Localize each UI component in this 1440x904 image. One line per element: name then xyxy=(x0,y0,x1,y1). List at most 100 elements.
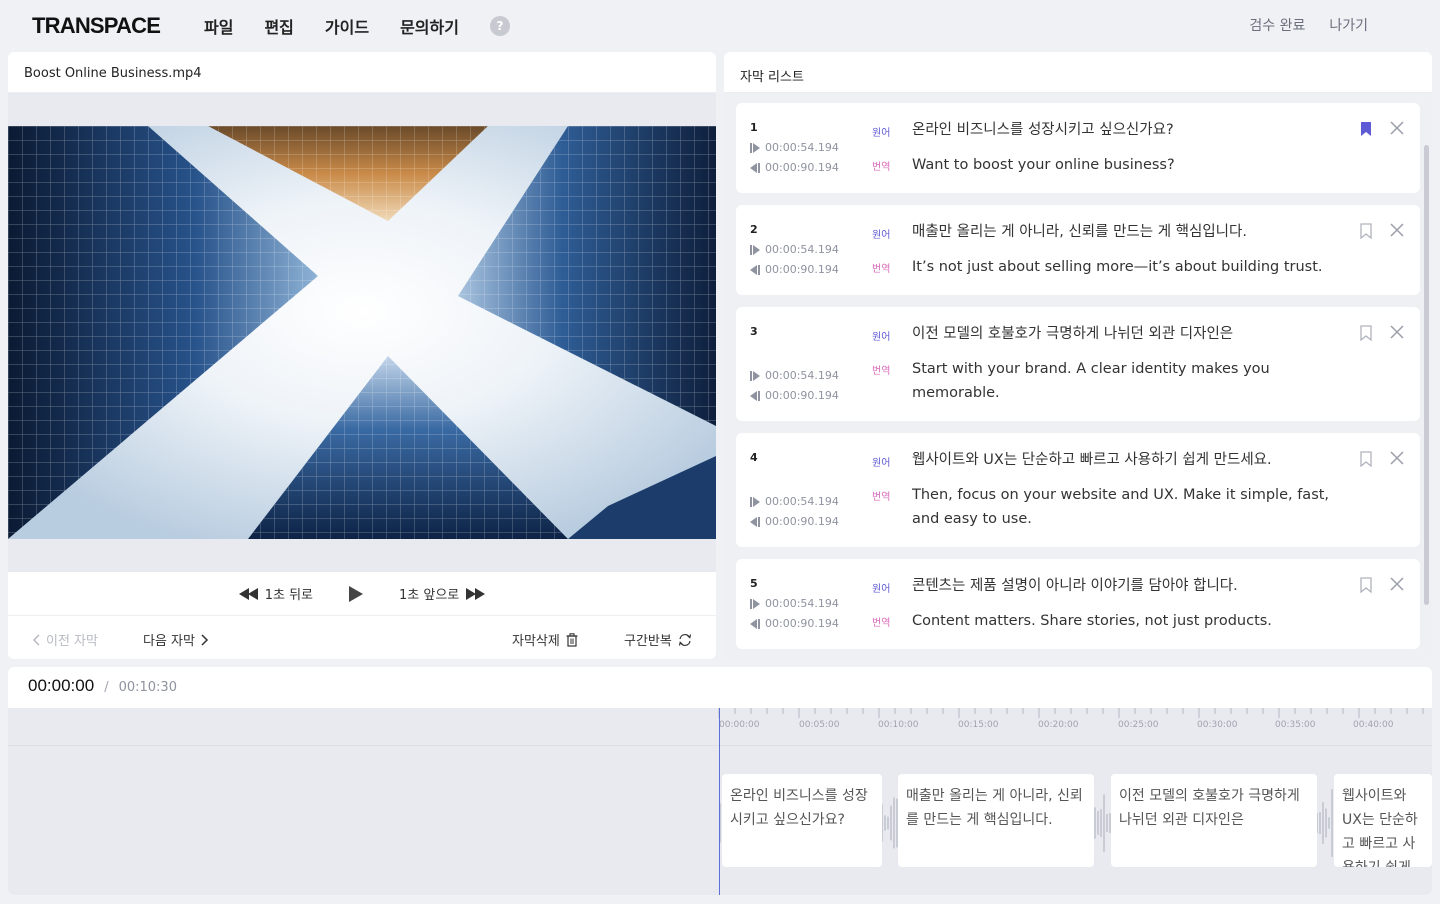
trash-icon xyxy=(566,632,578,647)
source-label: 원어 xyxy=(872,332,891,343)
subtitle-scrollbar[interactable] xyxy=(1424,145,1429,605)
subtitle-card-2[interactable]: 2 00:00:54.194 00:00:90.194 원어 매출만 올리는 게… xyxy=(736,205,1420,295)
playback-controls: 1초 뒤로 1초 앞으로 xyxy=(8,571,716,615)
subtitle-end-time: 00:00:90.194 xyxy=(750,515,839,528)
menu-contact[interactable]: 문의하기 xyxy=(400,14,459,38)
app-logo[interactable]: TRANSPACE xyxy=(32,13,161,39)
bookmark-icon[interactable] xyxy=(1360,451,1372,467)
chevron-left-icon xyxy=(32,633,40,646)
close-icon[interactable] xyxy=(1390,223,1404,237)
source-text[interactable]: 웹사이트와 UX는 단순하고 빠르고 사용하기 쉽게 만드세요. xyxy=(912,448,1332,472)
source-text[interactable]: 콘텐츠는 제품 설명이 아니라 이야기를 담아야 합니다. xyxy=(912,574,1332,598)
current-time: 00:00:00 xyxy=(28,676,95,695)
source-text[interactable]: 온라인 비즈니스를 성장시키고 싶으신가요? xyxy=(912,118,1332,142)
timeline-clip-2[interactable]: 매출만 올리는 게 아니라, 신뢰를 만드는 게 핵심입니다. xyxy=(898,774,1094,867)
exit-button[interactable]: 나가기 xyxy=(1329,15,1368,35)
delete-subtitle-button[interactable]: 자막삭제 xyxy=(512,630,578,649)
source-label: 원어 xyxy=(872,458,891,469)
subtitle-start-time: 00:00:54.194 xyxy=(750,597,839,610)
tick-label: 00:25:00 xyxy=(1118,720,1159,730)
video-player[interactable] xyxy=(8,126,716,539)
subtitle-list[interactable]: 1 00:00:54.194 00:00:90.194 원어 온라인 비즈니스를… xyxy=(724,93,1432,659)
end-time-value: 00:00:90.194 xyxy=(765,515,839,528)
forward-1s-button[interactable]: 1초 앞으로 xyxy=(399,584,486,603)
video-frame-illustration xyxy=(8,126,716,539)
source-label: 원어 xyxy=(872,584,891,595)
bookmark-icon[interactable] xyxy=(1360,121,1372,137)
subtitle-number: 4 xyxy=(750,451,758,464)
subtitle-end-time: 00:00:90.194 xyxy=(750,263,839,276)
repeat-section-button[interactable]: 구간반복 xyxy=(624,630,692,649)
video-panel: Boost Online Business.mp4 1초 뒤로 1초 앞으로 이… xyxy=(8,52,716,659)
start-time-value: 00:00:54.194 xyxy=(765,597,839,610)
timeline-clip-3[interactable]: 이전 모델의 호불호가 극명하게 나뉘던 외관 디자인은 xyxy=(1111,774,1317,867)
play-button[interactable] xyxy=(349,585,364,602)
bookmark-icon[interactable] xyxy=(1360,577,1372,593)
close-icon[interactable] xyxy=(1390,451,1404,465)
main-menu: 파일 편집 가이드 문의하기 ? xyxy=(204,14,510,38)
target-text[interactable]: It’s not just about selling more—it’s ab… xyxy=(912,255,1332,279)
tick-label: 00:20:00 xyxy=(1038,720,1079,730)
target-label: 번역 xyxy=(872,264,891,275)
subtitle-number: 1 xyxy=(750,121,758,134)
review-done-button[interactable]: 검수 완료 xyxy=(1249,15,1305,35)
prev-subtitle-button[interactable]: 이전 자막 xyxy=(32,630,98,649)
timeline-ruler[interactable]: 00:00:00 00:05:00 00:10:00 00:15:00 00:2… xyxy=(8,708,1432,746)
start-time-value: 00:00:54.194 xyxy=(765,243,839,256)
end-time-icon xyxy=(750,516,760,527)
timeline-clip-1[interactable]: 온라인 비즈니스를 성장시키고 싶으신가요? xyxy=(722,774,882,867)
menu-edit[interactable]: 편집 xyxy=(264,14,293,38)
back-1s-label: 1초 뒤로 xyxy=(264,588,314,603)
time-separator: / xyxy=(104,680,109,695)
close-icon[interactable] xyxy=(1390,577,1404,591)
close-icon[interactable] xyxy=(1390,121,1404,135)
target-text[interactable]: Want to boost your online business? xyxy=(912,153,1332,177)
target-text[interactable]: Then, focus on your website and UX. Make… xyxy=(912,483,1332,531)
tick-label: 00:15:00 xyxy=(958,720,999,730)
tick-label: 00:40:00 xyxy=(1353,720,1394,730)
target-label: 번역 xyxy=(872,492,891,503)
forward-1s-label: 1초 앞으로 xyxy=(399,588,460,603)
end-time-value: 00:00:90.194 xyxy=(765,263,839,276)
subtitle-end-time: 00:00:90.194 xyxy=(750,617,839,630)
end-time-icon xyxy=(750,618,760,629)
subtitle-start-time: 00:00:54.194 xyxy=(750,369,839,382)
menu-guide[interactable]: 가이드 xyxy=(325,14,369,38)
end-time-value: 00:00:90.194 xyxy=(765,617,839,630)
tick-label: 00:35:00 xyxy=(1275,720,1316,730)
subtitle-panel: 자막 리스트 1 00:00:54.194 00:00:90.194 원어 온라… xyxy=(724,52,1432,659)
subtitle-card-4[interactable]: 4 00:00:54.194 00:00:90.194 원어 웹사이트와 UX는… xyxy=(736,433,1420,547)
target-text[interactable]: Start with your brand. A clear identity … xyxy=(912,357,1332,405)
subtitle-nav-bar: 이전 자막 다음 자막 자막삭제 구간반복 xyxy=(8,615,716,659)
target-label: 번역 xyxy=(872,162,891,173)
target-text[interactable]: Content matters. Share stories, not just… xyxy=(912,609,1332,633)
top-bar: TRANSPACE 파일 편집 가이드 문의하기 ? 검수 완료 나가기 xyxy=(0,0,1440,52)
bookmark-icon[interactable] xyxy=(1360,325,1372,341)
play-icon xyxy=(349,585,364,602)
target-label: 번역 xyxy=(872,366,891,377)
repeat-section-label: 구간반복 xyxy=(624,634,672,649)
source-text[interactable]: 이전 모델의 호불호가 극명하게 나뉘던 외관 디자인은 xyxy=(912,322,1332,346)
subtitle-card-3[interactable]: 3 00:00:54.194 00:00:90.194 원어 이전 모델의 호불… xyxy=(736,307,1420,421)
source-text[interactable]: 매출만 올리는 게 아니라, 신뢰를 만드는 게 핵심입니다. xyxy=(912,220,1332,244)
end-time-value: 00:00:90.194 xyxy=(765,161,839,174)
next-subtitle-button[interactable]: 다음 자막 xyxy=(143,630,209,649)
help-icon[interactable]: ? xyxy=(489,16,510,36)
timeline-track-area[interactable]: 00:00:00 00:05:00 00:10:00 00:15:00 00:2… xyxy=(8,708,1432,895)
back-1s-button[interactable]: 1초 뒤로 xyxy=(238,584,314,603)
subtitle-card-5[interactable]: 5 00:00:54.194 00:00:90.194 원어 콘텐츠는 제품 설… xyxy=(736,559,1420,649)
playhead[interactable] xyxy=(719,708,720,895)
menu-file[interactable]: 파일 xyxy=(204,14,233,38)
subtitle-card-1[interactable]: 1 00:00:54.194 00:00:90.194 원어 온라인 비즈니스를… xyxy=(736,103,1420,193)
subtitle-number: 5 xyxy=(750,577,758,590)
close-icon[interactable] xyxy=(1390,325,1404,339)
source-label: 원어 xyxy=(872,128,891,139)
chevron-right-icon xyxy=(201,633,209,646)
tick-label: 00:30:00 xyxy=(1197,720,1238,730)
tick-label: 00:05:00 xyxy=(799,720,840,730)
fast-forward-icon xyxy=(466,587,486,600)
delete-subtitle-label: 자막삭제 xyxy=(512,634,560,649)
timeline-clip-4[interactable]: 웹사이트와 UX는 단순하고 빠르고 사용하기 쉽게 만드세요. xyxy=(1334,774,1432,867)
bookmark-icon[interactable] xyxy=(1360,223,1372,239)
start-time-icon xyxy=(750,370,760,381)
